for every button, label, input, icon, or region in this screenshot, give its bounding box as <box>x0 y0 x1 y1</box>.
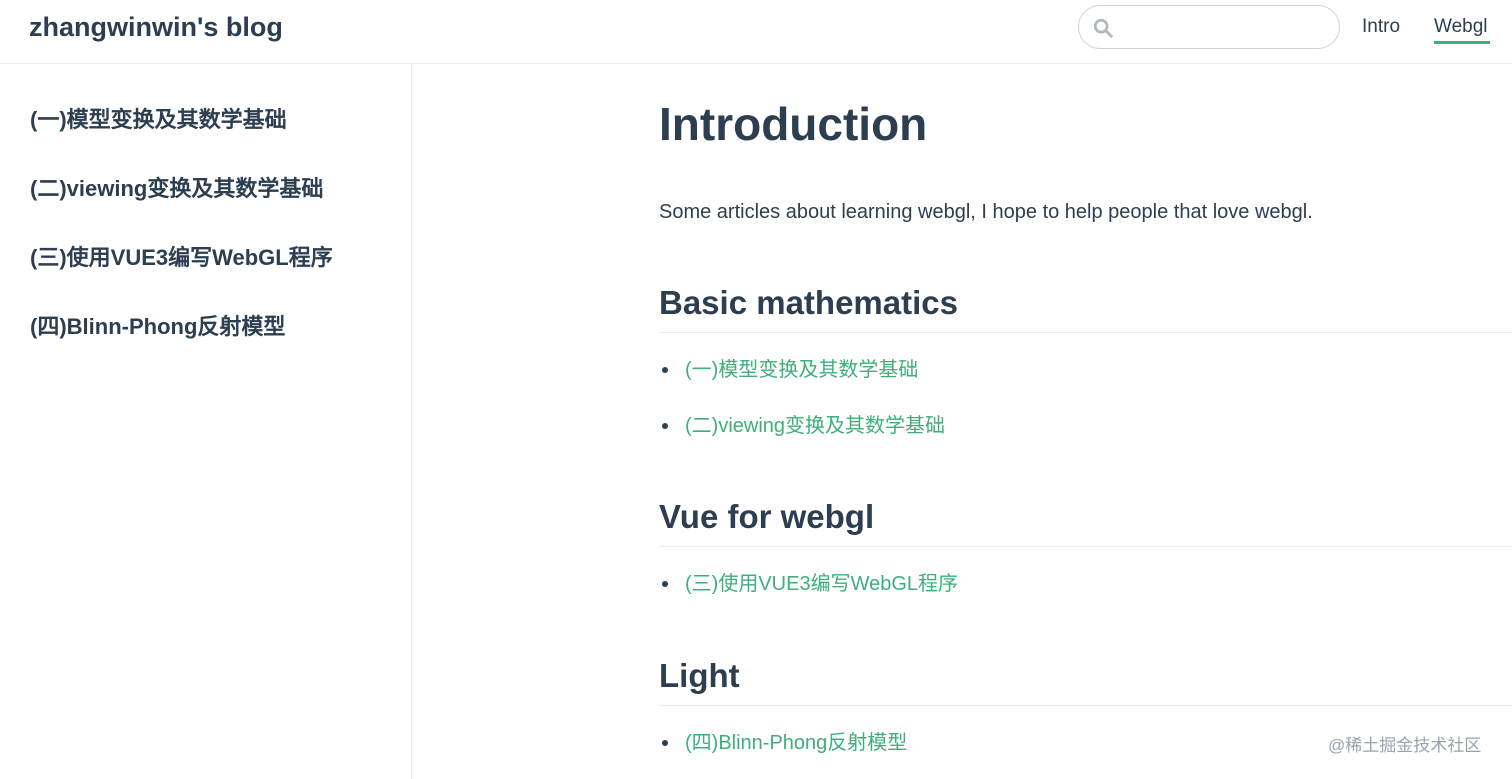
sidebar-item-3[interactable]: (三)使用VUE3编写WebGL程序 <box>30 244 333 272</box>
article-link-3[interactable]: (三)使用VUE3编写WebGL程序 <box>685 570 958 598</box>
watermark: @稀土掘金技术社区 <box>1328 736 1482 755</box>
bullet-icon <box>662 367 668 373</box>
bullet-icon <box>662 740 668 746</box>
sidebar: (一)模型变换及其数学基础 (二)viewing变换及其数学基础 (三)使用VU… <box>0 64 412 779</box>
search-box[interactable] <box>1078 5 1340 49</box>
sidebar-item-2[interactable]: (二)viewing变换及其数学基础 <box>30 175 323 203</box>
nav-active-indicator <box>1434 41 1490 44</box>
site-name-link[interactable]: zhangwinwin's blog <box>29 10 283 44</box>
sidebar-item-1[interactable]: (一)模型变换及其数学基础 <box>30 106 287 134</box>
nav-link-webgl[interactable]: Webgl <box>1434 15 1488 39</box>
nav-link-intro[interactable]: Intro <box>1362 15 1400 39</box>
navbar: zhangwinwin's blog Intro Webgl <box>0 0 1512 64</box>
article-link-4[interactable]: (四)Blinn-Phong反射模型 <box>685 729 907 757</box>
section-heading-light: Light <box>659 655 1512 706</box>
section-heading-vue-for-webgl: Vue for webgl <box>659 496 1512 547</box>
main-content: Introduction Some articles about learnin… <box>413 64 1512 779</box>
bullet-icon <box>662 581 668 587</box>
bullet-icon <box>662 423 668 429</box>
section-heading-basic-mathematics: Basic mathematics <box>659 282 1512 333</box>
article-link-2[interactable]: (二)viewing变换及其数学基础 <box>685 412 945 440</box>
intro-paragraph: Some articles about learning webgl, I ho… <box>659 201 1313 223</box>
search-icon <box>1093 18 1113 38</box>
search-input[interactable] <box>1123 12 1329 42</box>
page-title: Introduction <box>659 98 928 150</box>
sidebar-item-4[interactable]: (四)Blinn-Phong反射模型 <box>30 313 285 341</box>
article-link-1[interactable]: (一)模型变换及其数学基础 <box>685 356 918 384</box>
